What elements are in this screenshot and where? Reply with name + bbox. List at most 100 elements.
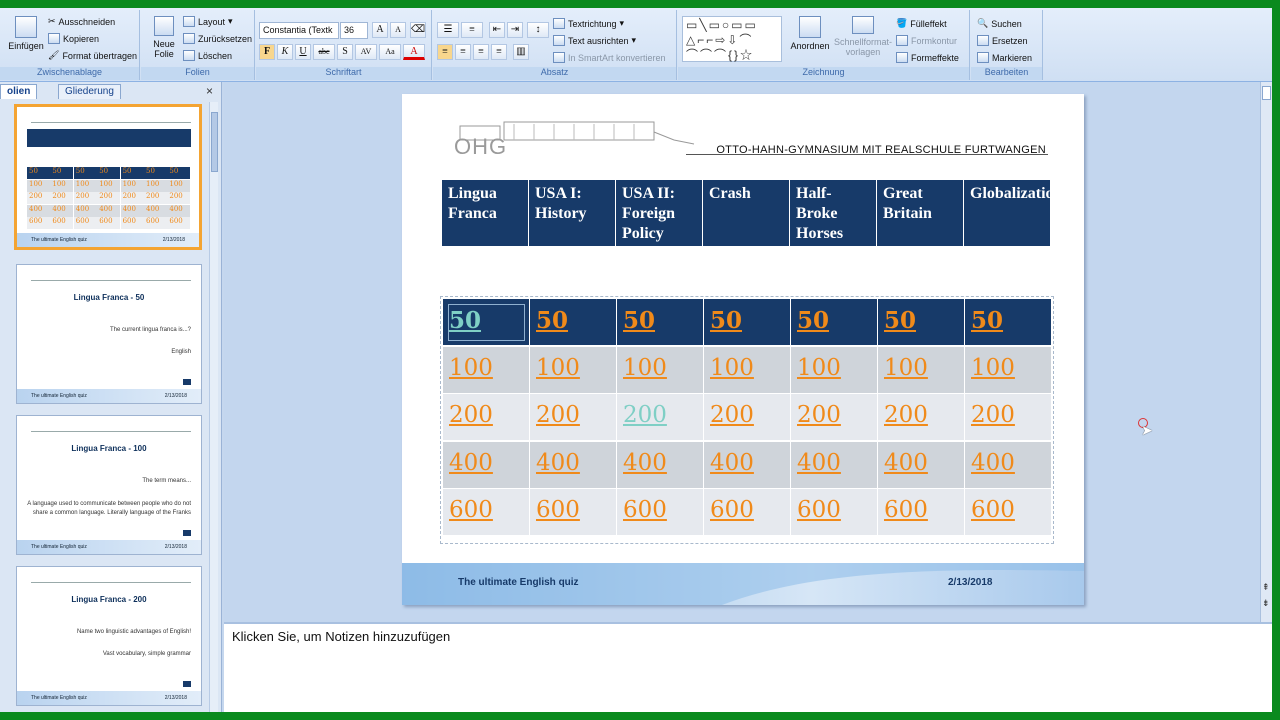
question-cell[interactable]: 400 bbox=[443, 441, 530, 489]
question-cell[interactable]: 200 bbox=[878, 394, 965, 441]
question-cell[interactable]: 400 bbox=[791, 441, 878, 489]
thumb-text: English bbox=[171, 349, 191, 355]
bullets-button[interactable]: ☰ bbox=[437, 22, 459, 38]
canvas-scrollbar[interactable]: ⇞ ⇟ bbox=[1260, 82, 1272, 622]
decrease-indent-button[interactable]: ⇤ bbox=[489, 22, 505, 38]
delete-slide-button[interactable]: Löschen bbox=[183, 50, 232, 61]
italic-button[interactable]: K bbox=[277, 44, 293, 60]
slide-canvas[interactable]: OHG OTTO-HAHN-GYMNASIUM MIT REALSCHULE F… bbox=[224, 82, 1260, 622]
question-cell[interactable]: 50 bbox=[617, 299, 704, 346]
columns-button[interactable]: ▥ bbox=[513, 44, 529, 60]
slide-thumbnail-3[interactable]: Lingua Franca - 100 The term means... A … bbox=[16, 415, 202, 555]
question-cell[interactable]: 600 bbox=[443, 489, 530, 536]
underline-button[interactable]: U bbox=[295, 44, 311, 60]
question-cell[interactable]: 100 bbox=[965, 346, 1052, 394]
question-cell[interactable]: 600 bbox=[791, 489, 878, 536]
question-cell[interactable]: 200 bbox=[791, 394, 878, 441]
align-left-button[interactable]: ≡ bbox=[437, 44, 453, 60]
font-color-button[interactable]: A bbox=[403, 44, 425, 60]
jeopardy-board[interactable]: 50 50 50 50 50 50 50 100 100 100 100 100 100 100 200 20… bbox=[440, 296, 1054, 544]
panel-scrollbar[interactable] bbox=[209, 102, 218, 712]
bold-button[interactable]: F bbox=[259, 44, 275, 60]
increase-indent-button[interactable]: ⇥ bbox=[507, 22, 523, 38]
paste-button[interactable]: Einfügen bbox=[8, 16, 44, 51]
shrink-font-button[interactable]: A bbox=[390, 22, 406, 38]
question-cell[interactable]: 50 bbox=[965, 299, 1052, 346]
question-cell[interactable]: 200 bbox=[965, 394, 1052, 441]
change-case-button[interactable]: Aa bbox=[379, 44, 401, 60]
scrollbar-thumb[interactable] bbox=[1262, 86, 1271, 100]
format-painter-button[interactable]: 🖌 Format übertragen bbox=[48, 50, 137, 61]
align-text-button[interactable]: Text ausrichten ▾ bbox=[553, 35, 636, 46]
next-slide-icon[interactable]: ⇟ bbox=[1262, 598, 1270, 609]
tab-outline[interactable]: Gliederung bbox=[58, 84, 121, 99]
copy-button[interactable]: Kopieren bbox=[48, 33, 99, 44]
numbering-button[interactable]: ≡ bbox=[461, 22, 483, 38]
question-cell[interactable]: 200 bbox=[443, 394, 530, 441]
clear-format-button[interactable]: ⌫ bbox=[410, 22, 426, 38]
question-cell[interactable]: 100 bbox=[704, 346, 791, 394]
char-spacing-button[interactable]: AV bbox=[355, 44, 377, 60]
question-cell[interactable]: 400 bbox=[965, 441, 1052, 489]
question-cell[interactable]: 50 bbox=[791, 299, 878, 346]
select-button[interactable]: Markieren bbox=[977, 52, 1032, 63]
question-cell[interactable]: 600 bbox=[530, 489, 617, 536]
effects-button[interactable]: Formeffekte bbox=[896, 52, 959, 63]
question-cell[interactable]: 400 bbox=[617, 441, 704, 489]
question-cell[interactable]: 200 bbox=[617, 394, 704, 441]
tab-slides[interactable]: olien bbox=[0, 84, 38, 99]
quick-styles-button[interactable]: Schnellformat-vorlagen bbox=[832, 16, 894, 57]
question-cell[interactable]: 100 bbox=[443, 346, 530, 394]
text-direction-button[interactable]: Textrichtung ▾ bbox=[553, 18, 624, 29]
notes-pane[interactable]: Klicken Sie, um Notizen hinzuzufügen bbox=[224, 622, 1272, 712]
question-cell[interactable]: 400 bbox=[530, 441, 617, 489]
arrange-button[interactable]: Anordnen bbox=[788, 16, 832, 51]
grow-font-button[interactable]: A bbox=[372, 22, 388, 38]
question-cell[interactable]: 100 bbox=[530, 346, 617, 394]
strikethrough-button[interactable]: abc bbox=[313, 44, 335, 60]
outline-button[interactable]: Formkontur bbox=[896, 35, 957, 46]
mini-board: 50 50 50 50 50 50 50 100 100 100 100 100 100 100 200 20… bbox=[27, 129, 191, 233]
align-center-button[interactable]: ≡ bbox=[455, 44, 471, 60]
notes-placeholder[interactable]: Klicken Sie, um Notizen hinzuzufügen bbox=[232, 629, 450, 644]
slide[interactable]: OHG OTTO-HAHN-GYMNASIUM MIT REALSCHULE F… bbox=[402, 94, 1084, 605]
question-cell[interactable]: 50 bbox=[443, 299, 530, 346]
find-button[interactable]: 🔍 Suchen bbox=[977, 18, 1022, 29]
category-header: Lingua Franca bbox=[442, 180, 529, 246]
justify-button[interactable]: ≡ bbox=[491, 44, 507, 60]
cut-button[interactable]: ✂ Ausschneiden bbox=[48, 16, 115, 27]
shapes-gallery[interactable]: ▭╲▭○▭▭ △⌐⌐⇨⇩⌒ ⌒⌒⌒{}☆ bbox=[682, 16, 782, 62]
smartart-button[interactable]: In SmartArt konvertieren bbox=[553, 52, 666, 63]
question-cell[interactable]: 600 bbox=[704, 489, 791, 536]
question-cell[interactable]: 600 bbox=[965, 489, 1052, 536]
font-size-select[interactable]: 36 bbox=[340, 22, 368, 39]
fill-button[interactable]: 🪣 Fülleffekt bbox=[896, 18, 947, 29]
question-cell[interactable]: 600 bbox=[617, 489, 704, 536]
slide-thumbnail-1[interactable]: 50 50 50 50 50 50 50 100 100 100 100 100 100 100 200 20… bbox=[14, 104, 202, 250]
align-right-button[interactable]: ≡ bbox=[473, 44, 489, 60]
shadow-button[interactable]: S bbox=[337, 44, 353, 60]
line-spacing-button[interactable]: ↕ bbox=[527, 22, 549, 38]
slide-thumbnail-2[interactable]: Lingua Franca - 50 The current lingua fr… bbox=[16, 264, 202, 404]
question-cell[interactable]: 600 bbox=[878, 489, 965, 536]
font-family-select[interactable]: Constantia (Textk bbox=[259, 22, 339, 39]
question-cell[interactable]: 50 bbox=[530, 299, 617, 346]
question-cell[interactable]: 400 bbox=[878, 441, 965, 489]
question-cell[interactable]: 100 bbox=[878, 346, 965, 394]
new-slide-button[interactable]: Neue Folie bbox=[147, 16, 181, 59]
question-cell[interactable]: 400 bbox=[704, 441, 791, 489]
question-cell[interactable]: 50 bbox=[878, 299, 965, 346]
question-cell[interactable]: 200 bbox=[530, 394, 617, 441]
question-cell[interactable]: 100 bbox=[791, 346, 878, 394]
question-cell[interactable]: 50 bbox=[704, 299, 791, 346]
question-cell[interactable]: 200 bbox=[704, 394, 791, 441]
close-panel-icon[interactable]: × bbox=[206, 84, 213, 98]
replace-button[interactable]: Ersetzen bbox=[977, 35, 1028, 46]
question-cell[interactable]: 100 bbox=[617, 346, 704, 394]
scrollbar-thumb[interactable] bbox=[211, 112, 218, 172]
prev-slide-icon[interactable]: ⇞ bbox=[1262, 582, 1270, 593]
slide-thumbnail-4[interactable]: Lingua Franca - 200 Name two linguistic … bbox=[16, 566, 202, 706]
layout-button[interactable]: Layout ▾ bbox=[183, 16, 233, 27]
thumb-text: Vast vocabulary, simple grammar bbox=[102, 651, 191, 657]
reset-button[interactable]: Zurücksetzen bbox=[183, 33, 252, 44]
